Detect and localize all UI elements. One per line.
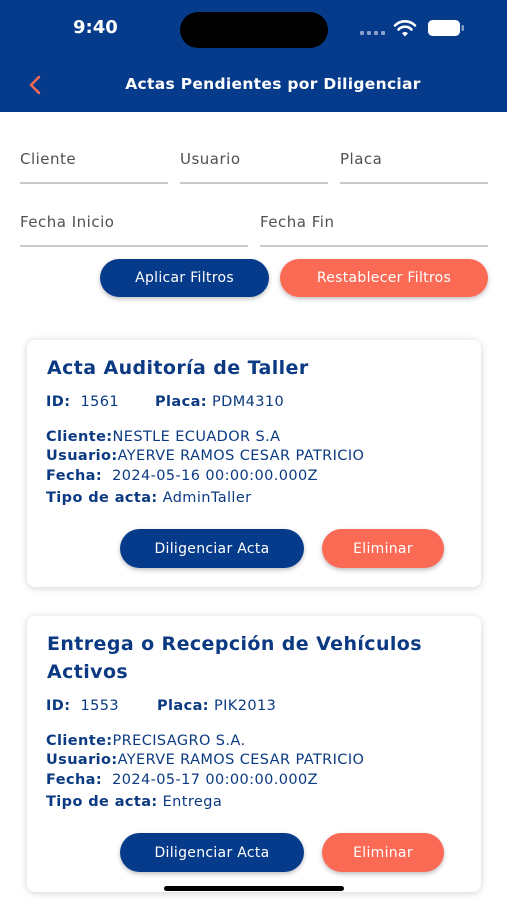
app-header: 9:40 Actas Pendientes por Diligenciar xyxy=(0,0,507,112)
fecha-fin-input[interactable] xyxy=(260,207,488,237)
usuario-label: Usuario: xyxy=(46,752,118,768)
id-value: 1553 xyxy=(80,698,119,714)
diligenciar-acta-button[interactable]: Diligenciar Acta xyxy=(120,529,304,568)
usuario-input[interactable] xyxy=(180,144,328,174)
card-fecha-row: Fecha: 2024-05-17 00:00:00.000Z xyxy=(46,772,318,788)
id-value: 1561 xyxy=(80,394,119,410)
placa-value: PIK2013 xyxy=(213,698,277,714)
status-time: 9:40 xyxy=(73,17,118,38)
cliente-value: NESTLE ECUADOR S.A xyxy=(112,429,281,445)
card-placa-row: Placa: PIK2013 xyxy=(157,698,276,714)
eliminar-button[interactable]: Eliminar xyxy=(322,833,444,872)
card-title: Entrega o Recepción de Vehículos Activos xyxy=(47,633,422,683)
card-id-row: ID: 1561 xyxy=(46,394,119,410)
placa-input[interactable] xyxy=(340,144,488,174)
cliente-label: Cliente: xyxy=(46,733,113,749)
cliente-value: PRECISAGRO S.A. xyxy=(112,733,246,749)
id-label: ID: xyxy=(46,698,71,714)
acta-card: Acta Auditoría de Taller ID: 1561 Placa:… xyxy=(27,340,481,587)
card-usuario-row: Usuario:AYERVE RAMOS CESAR PATRICIO xyxy=(46,448,364,464)
placa-label: Placa: xyxy=(155,394,207,410)
dynamic-island xyxy=(180,12,328,48)
tipo-label: Tipo de acta: xyxy=(46,490,158,506)
usuario-value: AYERVE RAMOS CESAR PATRICIO xyxy=(117,448,365,464)
fecha-label: Fecha: xyxy=(46,772,103,788)
usuario-label: Usuario: xyxy=(46,448,118,464)
fecha-value: 2024-05-16 00:00:00.000Z xyxy=(112,468,318,484)
apply-filters-button[interactable]: Aplicar Filtros xyxy=(100,259,269,297)
acta-card: Entrega o Recepción de Vehículos Activos… xyxy=(27,616,481,892)
tipo-label: Tipo de acta: xyxy=(46,794,158,810)
fecha-inicio-input[interactable] xyxy=(20,207,248,237)
tipo-value: AdminTaller xyxy=(162,490,252,506)
card-fecha-row: Fecha: 2024-05-16 00:00:00.000Z xyxy=(46,468,318,484)
battery-icon xyxy=(428,20,464,36)
cliente-input[interactable] xyxy=(20,144,168,174)
placa-filter xyxy=(340,112,488,184)
card-title: Acta Auditoría de Taller xyxy=(47,357,309,379)
usuario-filter xyxy=(180,112,328,184)
fecha-label: Fecha: xyxy=(46,468,103,484)
card-id-row: ID: 1553 xyxy=(46,698,119,714)
card-tipo-row: Tipo de acta: Entrega xyxy=(46,794,222,810)
diligenciar-acta-button[interactable]: Diligenciar Acta xyxy=(120,833,304,872)
reset-filters-button[interactable]: Restablecer Filtros xyxy=(280,259,488,297)
page-title: Actas Pendientes por Diligenciar xyxy=(125,75,421,93)
chevron-left-icon[interactable] xyxy=(24,70,48,100)
placa-value: PDM4310 xyxy=(211,394,285,410)
fecha-fin-filter xyxy=(260,175,488,247)
cliente-filter xyxy=(20,112,168,184)
card-usuario-row: Usuario:AYERVE RAMOS CESAR PATRICIO xyxy=(46,752,364,768)
placa-label: Placa: xyxy=(157,698,209,714)
card-cliente-row: Cliente:PRECISAGRO S.A. xyxy=(46,733,245,749)
card-placa-row: Placa: PDM4310 xyxy=(155,394,284,410)
fecha-inicio-filter xyxy=(20,175,248,247)
eliminar-button[interactable]: Eliminar xyxy=(322,529,444,568)
usuario-value: AYERVE RAMOS CESAR PATRICIO xyxy=(117,752,365,768)
home-indicator xyxy=(164,886,344,891)
id-label: ID: xyxy=(46,394,71,410)
card-cliente-row: Cliente:NESTLE ECUADOR S.A xyxy=(46,429,280,445)
fecha-value: 2024-05-17 00:00:00.000Z xyxy=(112,772,318,788)
card-tipo-row: Tipo de acta: AdminTaller xyxy=(46,490,252,506)
signal-icon xyxy=(360,24,388,36)
tipo-value: Entrega xyxy=(162,794,223,810)
cliente-label: Cliente: xyxy=(46,429,113,445)
wifi-icon xyxy=(393,20,417,37)
